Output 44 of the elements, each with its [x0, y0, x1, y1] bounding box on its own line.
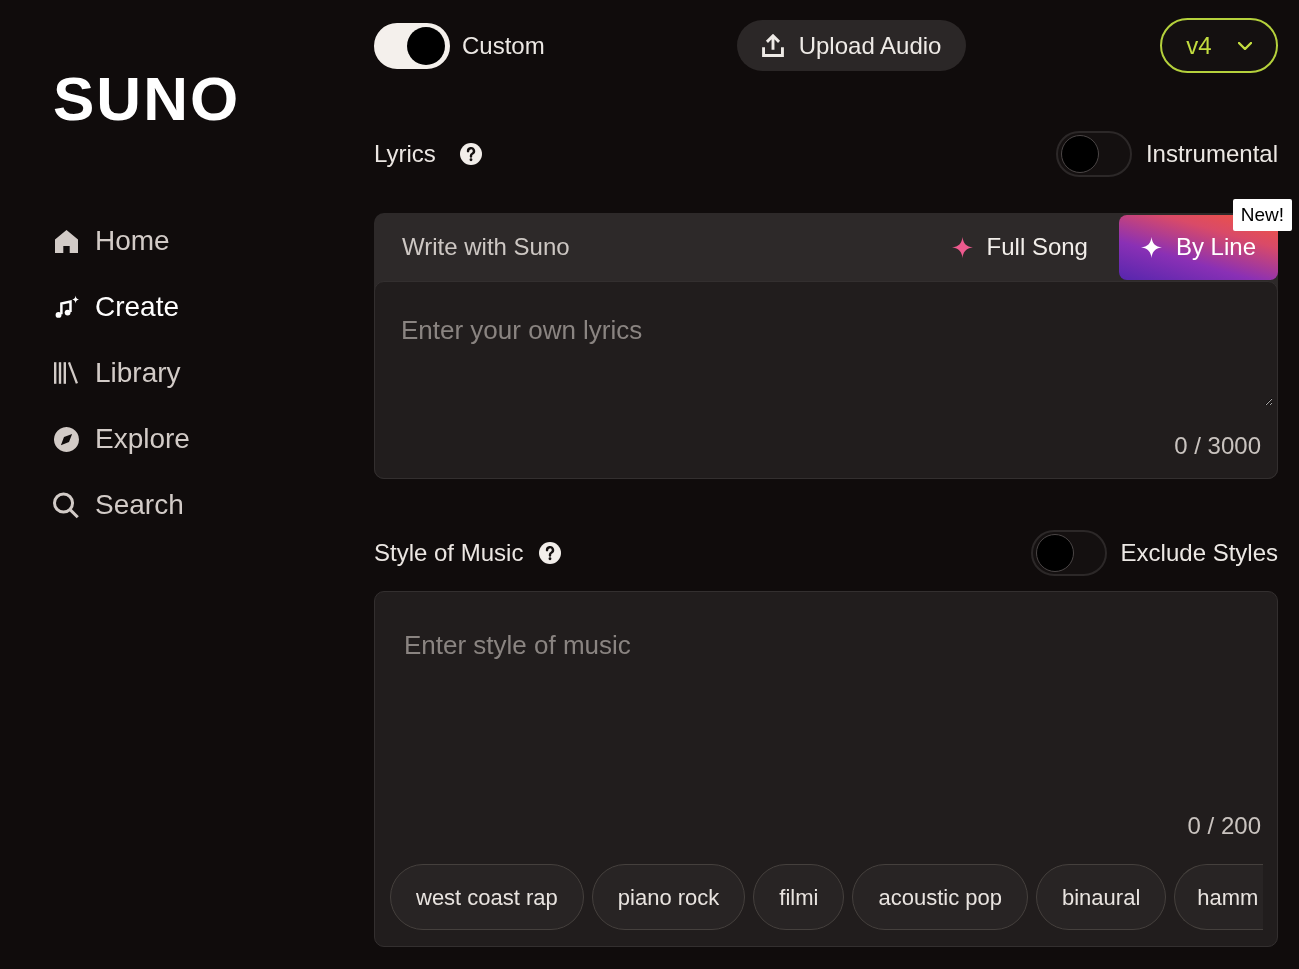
lyrics-input[interactable]: Enter your own lyrics	[375, 282, 1273, 406]
nav-item[interactable]: Create	[53, 274, 180, 340]
custom-label: Custom	[462, 30, 545, 61]
lyrics-character-count: 0 / 3000	[1174, 431, 1262, 460]
new-badge: New!	[1232, 198, 1292, 231]
sparkle-icon	[1140, 236, 1162, 258]
style-character-count: 0 / 200	[1187, 811, 1262, 840]
style-tag[interactable]: filmi	[753, 864, 845, 930]
exclude-styles-label: Exclude Styles	[1120, 538, 1278, 568]
logo[interactable]: SUNO	[53, 68, 241, 130]
nav-item[interactable]: Library	[53, 340, 181, 406]
toggle-knob	[407, 26, 445, 65]
toggle-knob	[1060, 135, 1099, 173]
lyrics-field[interactable]: Enter your own lyrics 0 / 3000	[374, 281, 1278, 479]
style-tag[interactable]: binaural	[1036, 864, 1167, 930]
toggle-knob	[1035, 534, 1074, 572]
search-icon	[53, 491, 79, 519]
nav-item[interactable]: Explore	[53, 406, 190, 472]
instrumental-label: Instrumental	[1145, 139, 1278, 169]
home-icon	[54, 229, 78, 253]
style-tag[interactable]: piano rock	[591, 864, 746, 930]
style-tag[interactable]: west coast rap	[390, 864, 584, 930]
chevron-down-icon	[1237, 41, 1252, 50]
style-heading: Style of Music	[374, 538, 524, 568]
style-tag[interactable]: acoustic pop	[852, 864, 1028, 930]
style-input[interactable]: Enter style of music	[375, 592, 1277, 801]
style-tag[interactable]: hamm	[1174, 864, 1263, 930]
help-icon[interactable]	[459, 143, 482, 165]
upload-icon	[761, 34, 784, 57]
lyrics-heading: Lyrics	[374, 139, 436, 169]
write-with-label: Write with Suno	[402, 232, 570, 262]
music-note-icon	[53, 294, 79, 320]
library-icon	[54, 362, 78, 384]
style-field[interactable]: Enter style of music 0 / 200 west coast rap piano rock filmi acoustic pop binaural hamm	[374, 591, 1278, 947]
toggle-switch[interactable]	[1055, 131, 1132, 177]
upload-audio-button[interactable]: Upload Audio	[736, 20, 967, 71]
sparkle-icon	[951, 236, 973, 258]
model-dropdown[interactable]: v4	[1160, 18, 1278, 73]
help-icon[interactable]	[539, 542, 562, 564]
nav-item[interactable]: Home	[53, 208, 170, 274]
compass-icon	[53, 426, 79, 452]
toggle-switch[interactable]	[1030, 530, 1107, 576]
nav-item[interactable]: Search	[53, 472, 184, 538]
mode-button[interactable]: Full Song	[929, 214, 1110, 280]
